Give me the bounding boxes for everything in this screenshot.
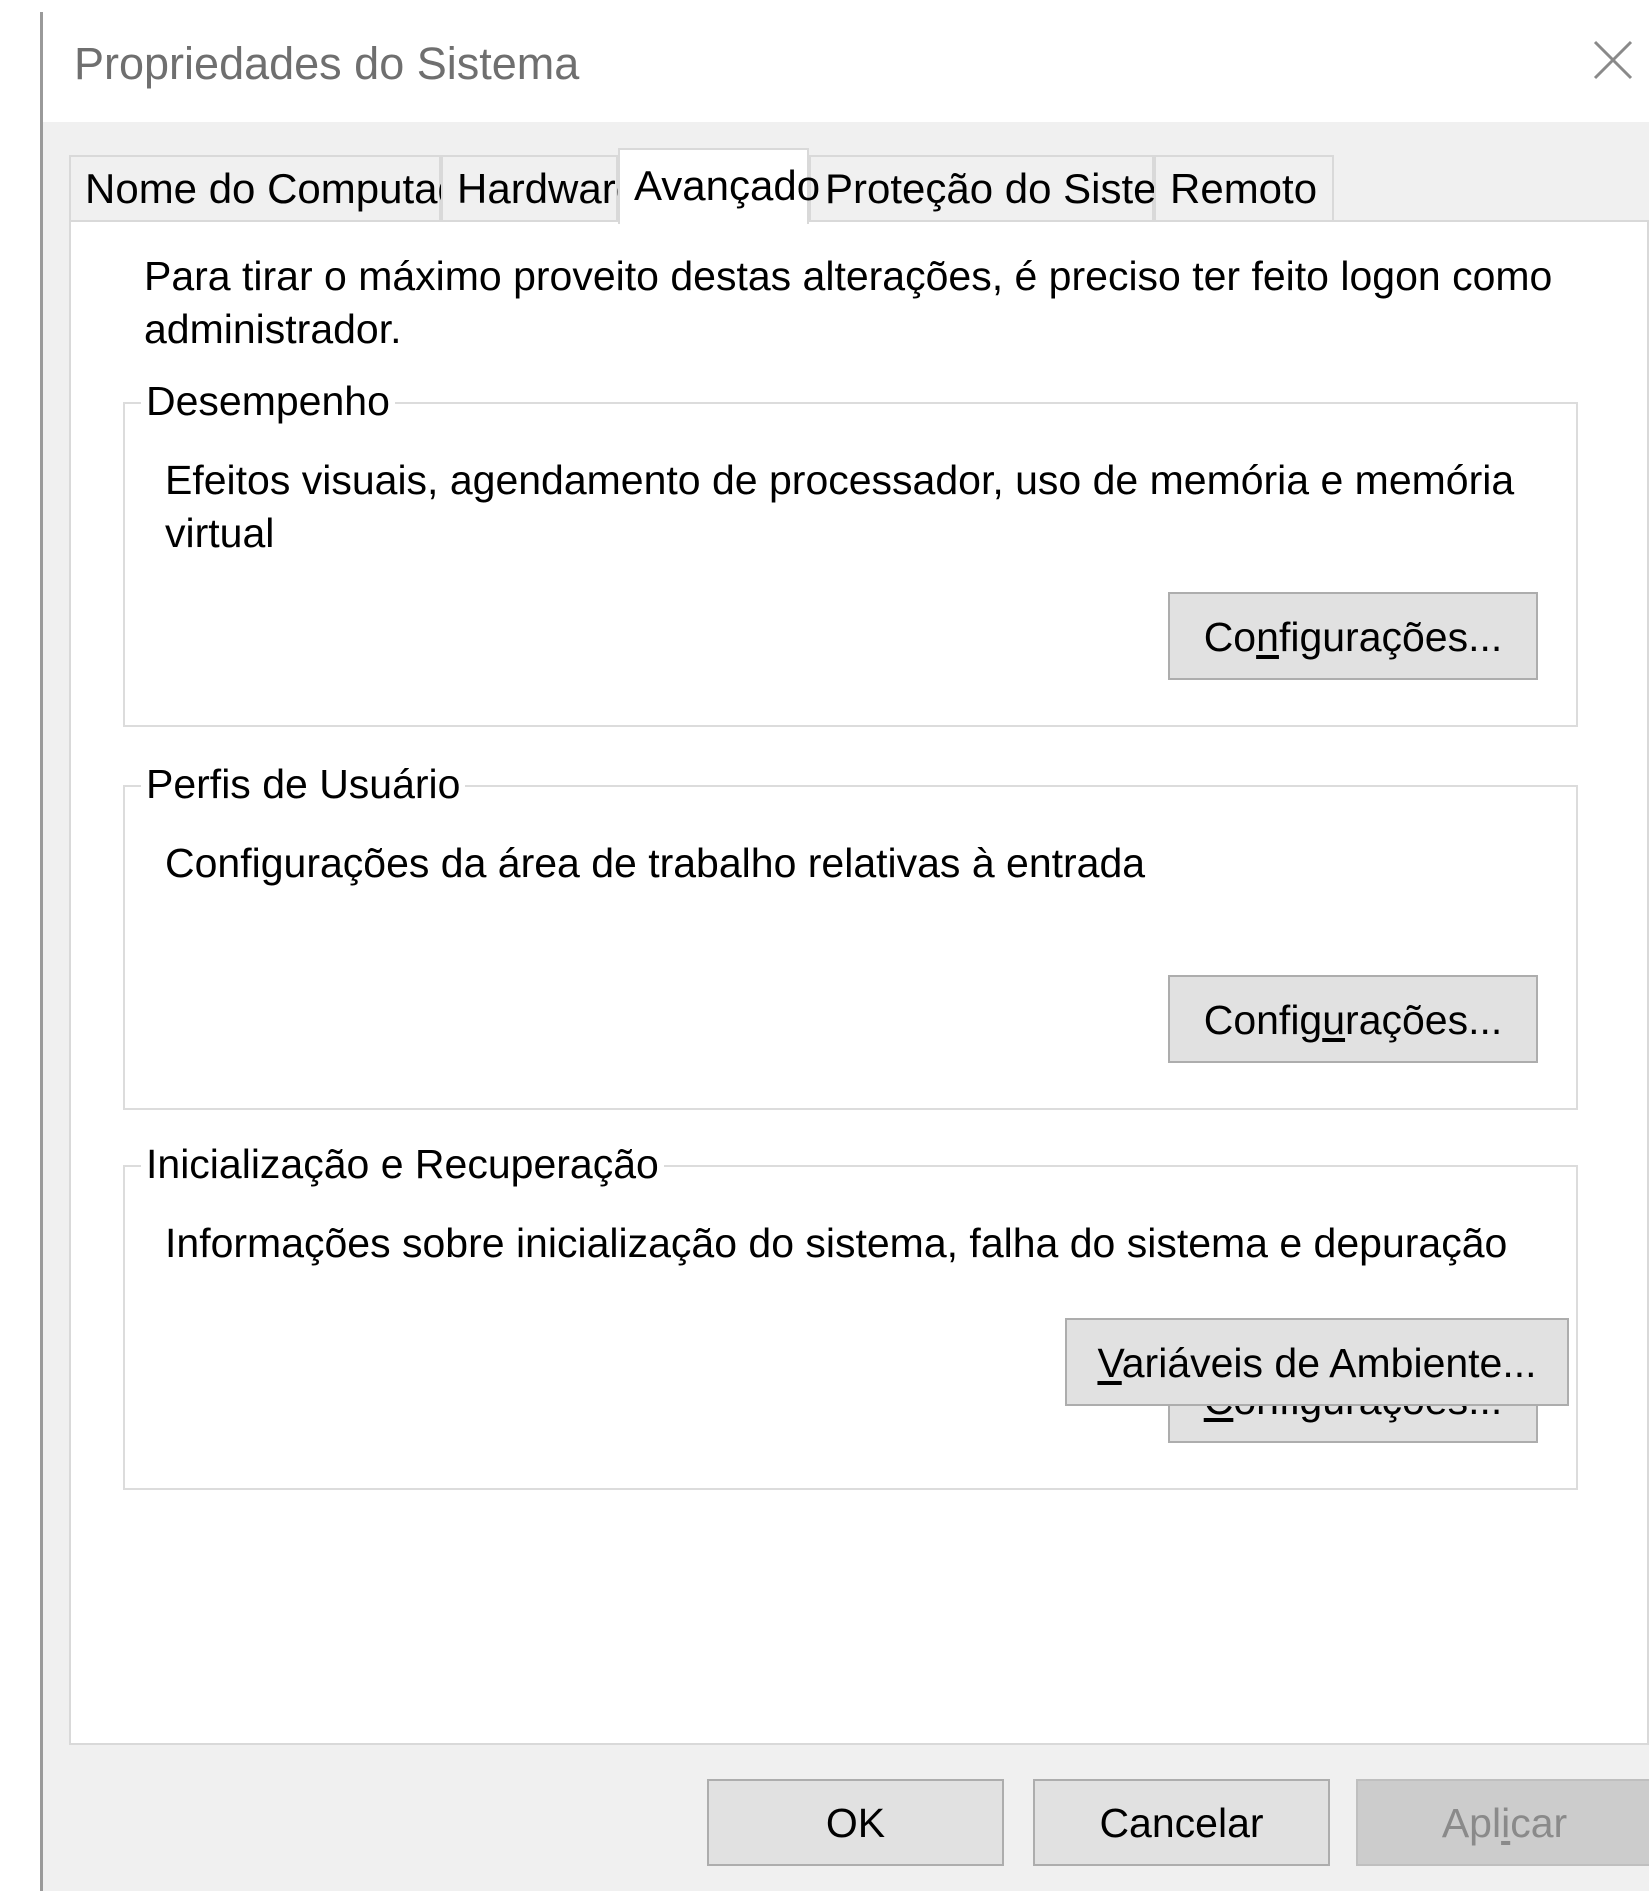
- window-title: Propriedades do Sistema: [74, 38, 580, 89]
- ok-button[interactable]: OK: [707, 1779, 1004, 1866]
- tab-remote[interactable]: Remoto: [1154, 155, 1334, 221]
- button-label-part: rações...: [1345, 997, 1503, 1043]
- accelerator-key: u: [1322, 997, 1346, 1043]
- cancel-button[interactable]: Cancelar: [1033, 1779, 1330, 1866]
- close-icon: [1593, 40, 1633, 80]
- system-properties-dialog: Propriedades do Sistema Nome do Computad…: [43, 0, 1649, 1891]
- performance-title: Desempenho: [141, 373, 395, 429]
- advanced-tab-panel: Para tirar o máximo proveito destas alte…: [69, 220, 1649, 1745]
- startup-recovery-description: Informações sobre inicialização do siste…: [165, 1220, 1508, 1266]
- tab-hardware[interactable]: Hardware: [441, 155, 639, 221]
- button-label-part: figurações...: [1278, 614, 1503, 660]
- button-label-part: Co: [1203, 614, 1257, 660]
- environment-variables-button[interactable]: Variáveis de Ambiente...: [1065, 1318, 1569, 1406]
- button-label-part: car: [1510, 1800, 1568, 1846]
- user-profiles-description: Configurações da área de trabalho relati…: [165, 840, 1146, 886]
- close-button[interactable]: [1583, 30, 1643, 90]
- title-bar: Propriedades do Sistema: [43, 0, 1649, 122]
- accelerator-key: V: [1097, 1340, 1122, 1386]
- user-profiles-settings-button[interactable]: Configurações...: [1168, 975, 1538, 1063]
- performance-settings-button[interactable]: Configurações...: [1168, 592, 1538, 680]
- button-label-part: Apl: [1441, 1800, 1502, 1846]
- user-profiles-title: Perfis de Usuário: [141, 756, 466, 812]
- startup-recovery-title: Inicialização e Recuperação: [141, 1136, 664, 1192]
- accelerator-key: i: [1501, 1800, 1511, 1846]
- button-label-part: ariáveis de Ambiente...: [1121, 1340, 1537, 1386]
- performance-group: Desempenho Efeitos visuais, agendamento …: [123, 373, 1578, 727]
- performance-description: Efeitos visuais, agendamento de processa…: [165, 457, 1515, 556]
- button-label-part: Config: [1203, 997, 1323, 1043]
- apply-button[interactable]: Aplicar: [1356, 1779, 1649, 1866]
- tab-advanced[interactable]: Avançado: [618, 148, 820, 224]
- user-profiles-group: Perfis de Usuário Configurações da área …: [123, 756, 1578, 1110]
- admin-notice: Para tirar o máximo proveito destas alte…: [144, 253, 1553, 352]
- tab-computer-name[interactable]: Nome do Computador: [69, 155, 498, 221]
- tab-system-protection[interactable]: Proteção do Sistema: [809, 155, 1215, 221]
- accelerator-key: n: [1256, 614, 1279, 660]
